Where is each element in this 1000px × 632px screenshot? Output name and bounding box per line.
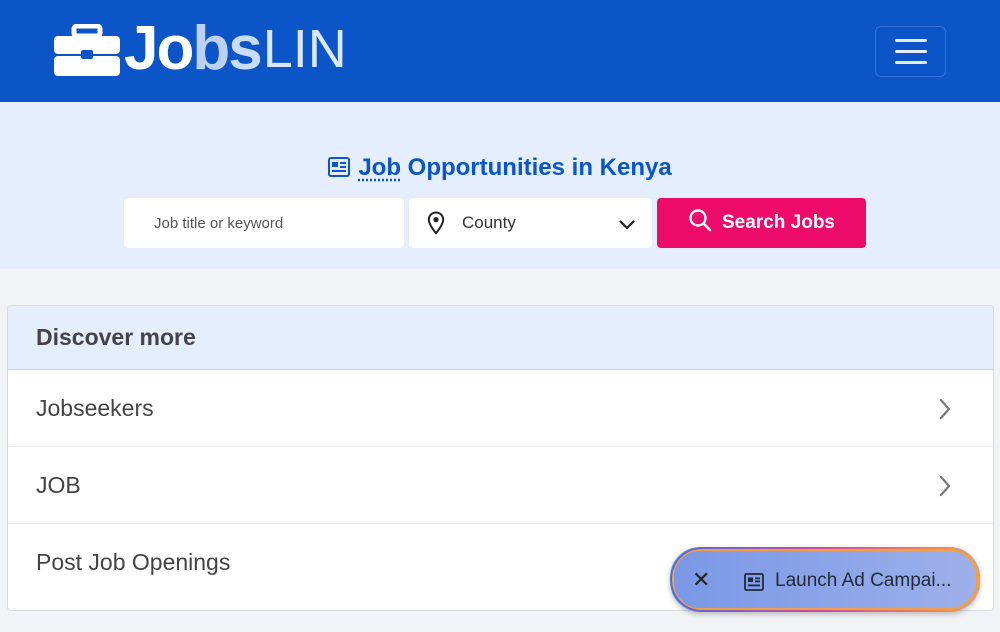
chevron-right-icon [939, 398, 951, 426]
search-jobs-label: Search Jobs [722, 212, 835, 233]
title-rest: Opportunities in Kenya [407, 154, 672, 181]
newspaper-icon [328, 156, 351, 184]
logo-letter: s [228, 14, 263, 83]
list-item-label: Post Job Openings [36, 549, 231, 575]
newspaper-icon [744, 573, 764, 596]
hamburger-icon-line [894, 50, 927, 53]
title-abbr-job: Job [358, 154, 401, 181]
list-item-jobseekers[interactable]: Jobseekers [8, 370, 993, 447]
list-item-label: JOB [36, 471, 81, 498]
map-pin-icon [427, 211, 445, 240]
hamburger-icon-line [894, 61, 927, 64]
logo-letter: J [124, 14, 159, 83]
chevron-down-icon [619, 217, 635, 235]
discover-more-heading: Discover more [8, 306, 993, 370]
logo-suffix-text: LIN [262, 19, 347, 79]
county-select-value: County [462, 213, 516, 232]
logo-letter: o [156, 14, 194, 83]
list-item-label: Jobseekers [36, 394, 154, 421]
logo-main-text: Jobs [124, 18, 263, 80]
page-title: Job Opportunities in Kenya [0, 154, 1000, 184]
hamburger-icon [894, 39, 927, 42]
site-logo[interactable]: Jobs LIN [54, 14, 347, 84]
launch-ad-campaign-label: Launch Ad Campai... [775, 570, 952, 591]
county-select[interactable]: County [409, 198, 652, 248]
hero-search-section: Job Opportunities in Kenya County Search… [0, 102, 1000, 269]
list-item-job[interactable]: JOB [8, 447, 993, 524]
logo-letter: b [192, 14, 230, 83]
keyword-search-input[interactable] [124, 198, 404, 248]
close-icon[interactable]: ✕ [692, 569, 710, 591]
hamburger-menu-button[interactable] [875, 26, 946, 77]
search-icon [688, 208, 712, 238]
briefcase-icon [54, 24, 120, 76]
chevron-right-icon [939, 475, 951, 503]
launch-ad-campaign-pill[interactable]: ✕ Launch Ad Campai... [670, 547, 980, 612]
search-jobs-button[interactable]: Search Jobs [657, 198, 866, 248]
top-navbar: Jobs LIN [0, 0, 1000, 102]
